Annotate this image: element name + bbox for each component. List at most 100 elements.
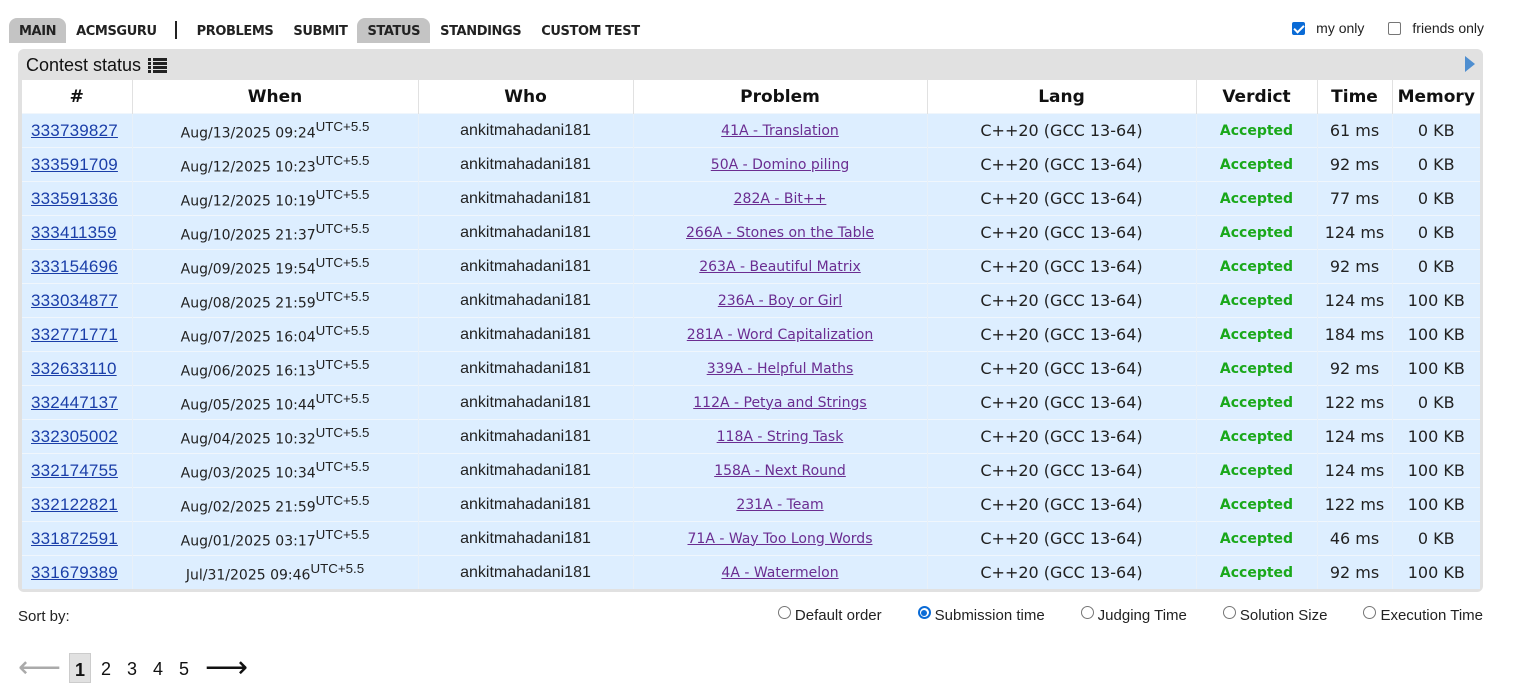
- author-handle[interactable]: ankitmahadani181: [460, 360, 591, 377]
- status-rows: 333739827 Aug/13/2025 09:24UTC+5.5 ankitma…: [22, 113, 1480, 589]
- problem-link[interactable]: 50A - Domino piling: [711, 157, 849, 173]
- row-problem-cell: 118A - String Task: [632, 419, 927, 454]
- row-problem-cell: 339A - Helpful Maths: [632, 351, 927, 386]
- sort-execution-time[interactable]: Execution Time: [1363, 606, 1483, 624]
- problem-link[interactable]: 71A - Way Too Long Words: [688, 531, 873, 547]
- row-memory-cell: 0 KB: [1391, 113, 1480, 148]
- page-4[interactable]: 4: [147, 653, 169, 683]
- my-only-checkbox[interactable]: [1292, 21, 1306, 35]
- sort-judging-time[interactable]: Judging Time: [1080, 606, 1187, 624]
- author-handle[interactable]: ankitmahadani181: [460, 292, 591, 309]
- row-memory-cell: 100 KB: [1391, 453, 1480, 488]
- problem-link[interactable]: 112A - Petya and Strings: [693, 395, 866, 411]
- nav-item-submit[interactable]: SUBMIT: [283, 18, 357, 43]
- submission-id-link[interactable]: 332122821: [31, 495, 118, 514]
- sort-submission-time[interactable]: Submission time: [917, 606, 1045, 624]
- problem-link[interactable]: 4A - Watermelon: [721, 565, 838, 581]
- row-problem-cell: 282A - Bit++: [632, 181, 927, 216]
- row-problem-cell: 158A - Next Round: [632, 453, 927, 488]
- problem-link[interactable]: 339A - Helpful Maths: [707, 361, 854, 377]
- row-verdict-cell: Accepted: [1195, 351, 1317, 386]
- submission-id-link[interactable]: 332771771: [31, 325, 118, 344]
- row-time-cell: 122 ms: [1316, 487, 1392, 522]
- sort-size-radio[interactable]: [1222, 606, 1236, 619]
- row-id-cell: 332122821: [22, 487, 132, 522]
- sort-judging-radio[interactable]: [1080, 606, 1094, 619]
- submission-id-link[interactable]: 333411359: [31, 223, 117, 242]
- problem-link[interactable]: 266A - Stones on the Table: [686, 225, 874, 241]
- submission-id-link[interactable]: 333591336: [31, 189, 118, 208]
- sort-submission-radio[interactable]: [917, 606, 931, 619]
- exec-time: 184 ms: [1324, 324, 1385, 344]
- page-3[interactable]: 3: [121, 653, 143, 683]
- submission-id-link[interactable]: 333034877: [31, 291, 118, 310]
- row-when-cell: Jul/31/2025 09:46UTC+5.5: [131, 555, 418, 589]
- row-id-cell: 333154696: [22, 249, 132, 284]
- problem-link[interactable]: 282A - Bit++: [734, 191, 827, 207]
- table-row: 333034877 Aug/08/2025 21:59UTC+5.5 ankitma…: [22, 283, 1480, 318]
- submission-id-link[interactable]: 332633110: [31, 359, 117, 378]
- submission-id-link[interactable]: 332174755: [31, 461, 118, 480]
- row-verdict-cell: Accepted: [1195, 385, 1317, 420]
- problem-link[interactable]: 118A - String Task: [717, 429, 844, 445]
- exec-time: 46 ms: [1329, 528, 1380, 548]
- submission-id-link[interactable]: 332447137: [31, 393, 118, 412]
- problem-link[interactable]: 281A - Word Capitalization: [687, 327, 873, 343]
- author-handle[interactable]: ankitmahadani181: [460, 428, 591, 445]
- top-nav: MAIN ACMSGURU PROBLEMS SUBMIT STATUS STA…: [9, 17, 650, 43]
- problem-link[interactable]: 231A - Team: [736, 497, 823, 513]
- row-lang-cell: C++20 (GCC 13-64): [926, 147, 1196, 182]
- nav-item-problems[interactable]: PROBLEMS: [187, 18, 284, 43]
- problem-link[interactable]: 41A - Translation: [721, 123, 839, 139]
- row-who-cell: ankitmahadani181: [417, 113, 633, 148]
- page-5[interactable]: 5: [173, 653, 195, 683]
- author-handle[interactable]: ankitmahadani181: [460, 530, 591, 547]
- author-handle[interactable]: ankitmahadani181: [460, 122, 591, 139]
- sort-options: Default order Submission time Judging Ti…: [742, 606, 1483, 624]
- row-when-cell: Aug/09/2025 19:54UTC+5.5: [131, 249, 418, 284]
- header-verdict: Verdict: [1195, 80, 1317, 114]
- arrow-right-icon[interactable]: [1465, 56, 1475, 72]
- my-only-filter[interactable]: my only: [1292, 20, 1364, 36]
- author-handle[interactable]: ankitmahadani181: [460, 258, 591, 275]
- author-handle[interactable]: ankitmahadani181: [460, 496, 591, 513]
- submission-time: Aug/04/2025 10:32: [180, 431, 316, 448]
- submission-id-link[interactable]: 333739827: [31, 121, 118, 140]
- problem-link[interactable]: 158A - Next Round: [714, 463, 846, 479]
- row-who-cell: ankitmahadani181: [417, 283, 633, 318]
- friends-only-checkbox[interactable]: [1388, 21, 1402, 35]
- table-row: 333739827 Aug/13/2025 09:24UTC+5.5 ankitma…: [22, 113, 1480, 148]
- author-handle[interactable]: ankitmahadani181: [460, 462, 591, 479]
- author-handle[interactable]: ankitmahadani181: [460, 224, 591, 241]
- friends-only-filter[interactable]: friends only: [1388, 20, 1484, 36]
- nav-item-main[interactable]: MAIN: [9, 17, 67, 43]
- sort-solution-size[interactable]: Solution Size: [1222, 606, 1327, 624]
- submission-id-link[interactable]: 331872591: [31, 529, 118, 548]
- row-id-cell: 333739827: [22, 113, 132, 148]
- timezone-label: UTC+5.5: [315, 118, 370, 134]
- nav-item-acmsguru[interactable]: ACMSGURU: [66, 18, 167, 43]
- author-handle[interactable]: ankitmahadani181: [460, 156, 591, 173]
- nav-item-custom-test[interactable]: CUSTOM TEST: [531, 18, 649, 43]
- sort-execution-radio[interactable]: [1363, 606, 1377, 619]
- timezone-label: UTC+5.5: [315, 254, 370, 270]
- submission-id-link[interactable]: 333154696: [31, 257, 118, 276]
- problem-link[interactable]: 236A - Boy or Girl: [718, 293, 842, 309]
- row-when-cell: Aug/06/2025 16:13UTC+5.5: [131, 351, 418, 386]
- problem-link[interactable]: 263A - Beautiful Matrix: [699, 259, 861, 275]
- sort-default-order[interactable]: Default order: [777, 606, 882, 624]
- table-row: 333411359 Aug/10/2025 21:37UTC+5.5 ankitma…: [22, 215, 1480, 250]
- sort-default-radio[interactable]: [777, 606, 791, 619]
- submission-id-link[interactable]: 331679389: [31, 563, 118, 582]
- author-handle[interactable]: ankitmahadani181: [460, 190, 591, 207]
- author-handle[interactable]: ankitmahadani181: [460, 326, 591, 343]
- author-handle[interactable]: ankitmahadani181: [460, 564, 591, 581]
- submission-id-link[interactable]: 333591709: [31, 155, 118, 174]
- page-2[interactable]: 2: [95, 653, 117, 683]
- nav-item-standings[interactable]: STANDINGS: [430, 18, 531, 43]
- author-handle[interactable]: ankitmahadani181: [460, 394, 591, 411]
- submission-id-link[interactable]: 332305002: [31, 427, 118, 446]
- submission-time: Aug/13/2025 09:24: [180, 125, 316, 142]
- next-page-arrow-icon[interactable]: ⟶: [205, 653, 248, 683]
- nav-item-status[interactable]: STATUS: [357, 17, 431, 43]
